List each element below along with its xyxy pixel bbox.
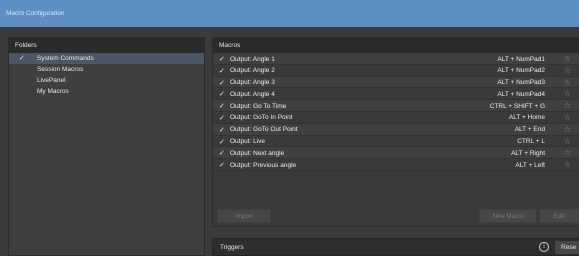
check-icon[interactable]: ✓ — [219, 138, 225, 146]
check-icon[interactable]: ✓ — [219, 126, 225, 134]
macro-name: Output: GoTo In Point — [230, 114, 293, 122]
folders-header: Folders — [9, 38, 204, 53]
macro-hotkey: ALT + NumPad4 — [497, 90, 545, 98]
check-icon[interactable]: ✓ — [219, 55, 225, 63]
macro-name: Output: Go To Time — [230, 102, 287, 110]
macro-row[interactable]: ✓ Output: Angle 1 ALT + NumPad1 ☆ — [213, 53, 579, 65]
macro-row[interactable]: ✓ Output: Angle 4 ALT + NumPad4 ☆ — [213, 88, 579, 101]
macro-row[interactable]: ✓ Output: Angle 3 ALT + NumPad3 ☆ — [213, 76, 579, 89]
star-icon[interactable]: ☆ — [564, 101, 571, 110]
check-icon: ✓ — [19, 55, 25, 62]
macro-hotkey: ALT + End — [514, 126, 545, 134]
macro-row[interactable]: ✓ Output: Next angle ALT + Right ☆ — [213, 147, 579, 160]
macro-name: Output: Angle 3 — [230, 79, 275, 87]
macro-hotkey: ALT + Right — [511, 149, 545, 157]
star-icon[interactable]: ☆ — [564, 113, 571, 122]
reset-button[interactable]: Rese — [555, 241, 579, 254]
macro-hotkey: ALT + Home — [508, 114, 545, 122]
macro-hotkey: CTRL + SHIFT + G — [489, 102, 545, 110]
macro-hotkey: ALT + NumPad1 — [497, 55, 545, 63]
info-icon[interactable]: i — [539, 242, 549, 252]
macro-name: Output: Previous angle — [230, 161, 297, 169]
star-icon[interactable]: ☆ — [564, 54, 571, 63]
check-icon[interactable]: ✓ — [219, 114, 225, 122]
macro-row[interactable]: ✓ Output: Go To Time CTRL + SHIFT + G ☆ — [213, 100, 579, 112]
star-icon[interactable]: ☆ — [564, 148, 571, 157]
new-macro-button[interactable]: New Macro — [479, 209, 537, 223]
macros-panel: Macros ✓ Output: Angle 1 ALT + NumPad1 ☆… — [212, 37, 579, 227]
edit-button[interactable]: Edit — [539, 209, 579, 223]
star-icon[interactable]: ☆ — [564, 89, 571, 98]
import-button[interactable]: Import — [217, 209, 271, 223]
macro-name: Output: GoTo Out Point — [230, 126, 298, 134]
macro-row[interactable]: ✓ Output: GoTo In Point ALT + Home ☆ — [213, 111, 579, 124]
macro-row[interactable]: ✓ Output: GoTo Out Point ALT + End ☆ — [213, 123, 579, 136]
folder-item-my-macros[interactable]: My Macros — [9, 86, 204, 97]
macro-hotkey: CTRL + L — [517, 138, 545, 146]
check-icon[interactable]: ✓ — [219, 79, 225, 87]
star-icon[interactable]: ☆ — [564, 66, 571, 75]
folder-label: System Commands — [37, 55, 94, 62]
macro-button-bar: Import New Macro Edit — [213, 206, 579, 226]
window-titlebar: Macro Configuration — [0, 0, 579, 27]
star-icon[interactable]: ☆ — [564, 78, 571, 87]
triggers-header: Triggers — [220, 244, 244, 251]
macro-name: Output: Next angle — [230, 149, 285, 157]
macro-hotkey: ALT + NumPad3 — [497, 79, 545, 87]
folder-item-livepanel[interactable]: LivePanel — [9, 75, 204, 86]
folders-panel: Folders ✓ System Commands Session Macros… — [8, 37, 205, 256]
star-icon[interactable]: ☆ — [564, 125, 571, 134]
macro-row[interactable]: ✓ Output: Angle 2 ALT + NumPad2 ☆ — [213, 64, 579, 77]
folder-item-system-commands[interactable]: ✓ System Commands — [9, 53, 204, 64]
star-icon[interactable]: ☆ — [564, 137, 571, 146]
folder-label: Session Macros — [37, 66, 84, 73]
folder-item-session-macros[interactable]: Session Macros — [9, 64, 204, 75]
check-icon[interactable]: ✓ — [219, 102, 225, 110]
macro-name: Output: Angle 1 — [230, 55, 275, 63]
check-icon[interactable]: ✓ — [219, 67, 225, 75]
triggers-panel: Triggers i Rese — [212, 238, 579, 256]
check-icon[interactable]: ✓ — [219, 90, 225, 98]
folder-label: My Macros — [37, 88, 69, 95]
macro-name: Output: Angle 2 — [230, 67, 275, 75]
check-icon[interactable]: ✓ — [219, 161, 225, 169]
folder-label: LivePanel — [37, 77, 66, 84]
macro-list: ✓ Output: Angle 1 ALT + NumPad1 ☆ ✓ Outp… — [213, 53, 579, 171]
macros-header: Macros — [213, 38, 579, 53]
macro-hotkey: ALT + Left — [515, 161, 545, 169]
macro-name: Output: Live — [230, 138, 266, 146]
star-icon[interactable]: ☆ — [564, 160, 571, 169]
macro-row[interactable]: ✓ Output: Live CTRL + L ☆ — [213, 135, 579, 148]
macro-name: Output: Angle 4 — [230, 90, 275, 98]
check-icon[interactable]: ✓ — [219, 149, 225, 157]
macro-hotkey: ALT + NumPad2 — [497, 67, 545, 75]
window-title: Macro Configuration — [6, 10, 65, 17]
macro-row[interactable]: ✓ Output: Previous angle ALT + Left ☆ — [213, 159, 579, 171]
